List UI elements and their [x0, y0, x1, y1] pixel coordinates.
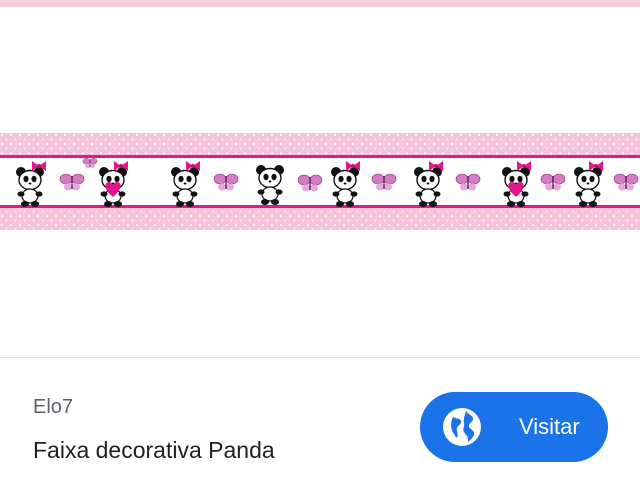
result-info-panel: Elo7 Faixa decorativa Panda Visitar	[0, 358, 640, 478]
globe-icon	[443, 408, 481, 446]
previous-image-edge	[0, 0, 640, 7]
source-name[interactable]: Elo7	[33, 396, 73, 419]
panda-border-banner	[0, 133, 640, 230]
result-title[interactable]: Faixa decorativa Panda	[33, 437, 275, 464]
visit-button[interactable]: Visitar	[420, 392, 608, 462]
visit-button-label: Visitar	[519, 414, 580, 439]
